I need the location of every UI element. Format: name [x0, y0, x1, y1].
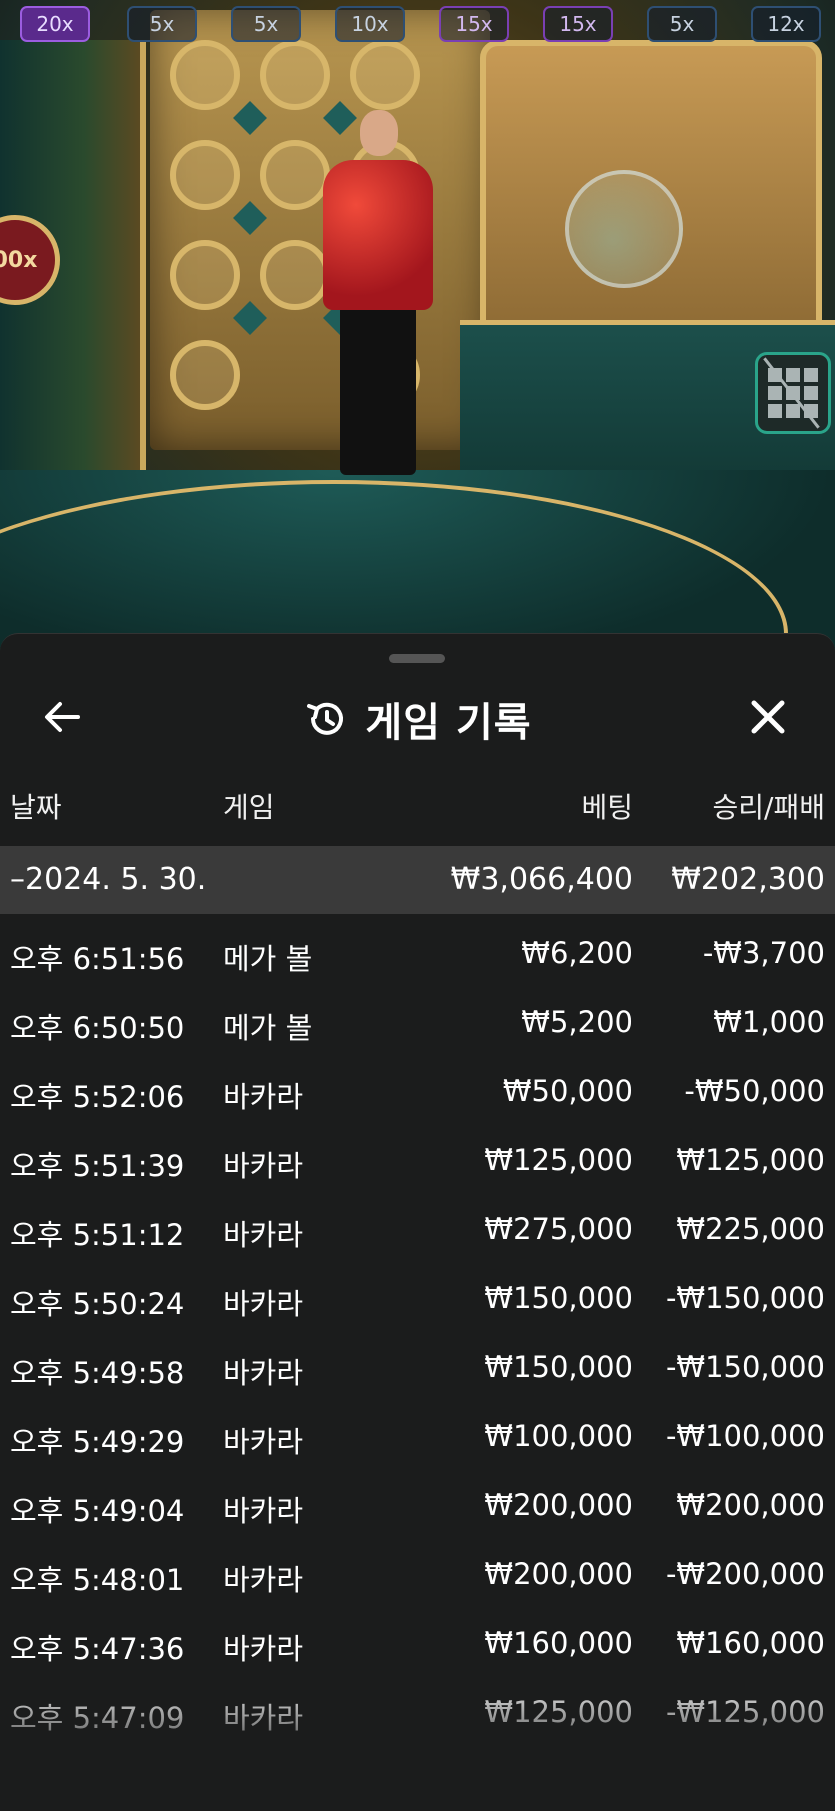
arrow-left-icon[interactable]	[42, 697, 82, 737]
row-bet: ₩50,000	[502, 1074, 633, 1108]
row-game: 바카라	[223, 1218, 304, 1252]
sheet-title-text: 게임 기록	[365, 700, 532, 746]
table-row[interactable]: 오후 6:51:56 메가 볼 ₩6,200 -₩3,700	[0, 916, 835, 985]
row-bet: ₩200,000	[484, 1557, 633, 1591]
row-winloss: -₩50,000	[684, 1074, 825, 1108]
row-time: 오후 5:51:12	[10, 1218, 185, 1252]
sheet-header: 게임 기록	[0, 679, 835, 759]
row-game: 바카라	[223, 1494, 304, 1528]
table-row[interactable]: 오후 5:48:01 바카라 ₩200,000 -₩200,000	[0, 1537, 835, 1606]
row-game: 메가 볼	[223, 942, 313, 976]
multiplier-strip: 20x 5x 5x 10x 15x 15x 5x 12x	[0, 6, 835, 46]
game-history-sheet: 게임 기록 날짜 게임 베팅 승리/패배 –2024. 5. 30. ₩3,06…	[0, 633, 835, 1811]
multiplier-chip: 5x	[127, 6, 197, 42]
row-time: 오후 5:49:58	[10, 1356, 185, 1390]
live-video-stream: 00x	[0, 0, 835, 660]
row-bet: ₩150,000	[484, 1281, 633, 1315]
row-bet: ₩125,000	[484, 1695, 633, 1729]
row-bet: ₩125,000	[484, 1143, 633, 1177]
column-header-date: 날짜	[10, 791, 62, 824]
row-winloss: ₩1,000	[713, 1005, 825, 1039]
column-header-winloss: 승리/패배	[712, 791, 825, 824]
row-time: 오후 6:50:50	[10, 1011, 185, 1045]
sheet-drag-handle[interactable]	[389, 654, 445, 663]
table-row[interactable]: 오후 5:51:39 바카라 ₩125,000 ₩125,000	[0, 1123, 835, 1192]
row-bet: ₩150,000	[484, 1350, 633, 1384]
row-game: 바카라	[223, 1563, 304, 1597]
row-time: 오후 5:47:09	[10, 1701, 185, 1735]
multiplier-chip: 10x	[335, 6, 405, 42]
row-time: 오후 5:49:04	[10, 1494, 185, 1528]
multiplier-chip: 20x	[20, 6, 90, 42]
multiplier-chip: 5x	[231, 6, 301, 42]
table-row[interactable]: 오후 5:51:12 바카라 ₩275,000 ₩225,000	[0, 1192, 835, 1261]
row-game: 바카라	[223, 1356, 304, 1390]
column-header-game: 게임	[223, 791, 275, 824]
row-winloss: -₩150,000	[665, 1350, 825, 1384]
table-row[interactable]: 오후 5:47:36 바카라 ₩160,000 ₩160,000	[0, 1606, 835, 1675]
table-row[interactable]: 오후 6:50:50 메가 볼 ₩5,200 ₩1,000	[0, 985, 835, 1054]
history-table-header: 날짜 게임 베팅 승리/패배	[0, 786, 835, 830]
row-bet: ₩160,000	[484, 1626, 633, 1660]
close-icon[interactable]	[746, 695, 790, 739]
row-time: 오후 5:50:24	[10, 1287, 185, 1321]
row-time: 오후 5:48:01	[10, 1563, 185, 1597]
multiplier-badge: 00x	[0, 215, 60, 305]
row-bet: ₩200,000	[484, 1488, 633, 1522]
multiplier-chip: 12x	[751, 6, 821, 42]
history-rows: 오후 6:51:56 메가 볼 ₩6,200 -₩3,700 오후 6:50:50 메가…	[0, 916, 835, 1744]
row-game: 바카라	[223, 1425, 304, 1459]
row-game: 바카라	[223, 1701, 304, 1735]
row-bet: ₩100,000	[484, 1419, 633, 1453]
row-game: 바카라	[223, 1149, 304, 1183]
table-row[interactable]: 오후 5:47:09 바카라 ₩125,000 -₩125,000	[0, 1675, 835, 1744]
row-game: 바카라	[223, 1632, 304, 1666]
row-time: 오후 5:47:36	[10, 1632, 185, 1666]
row-winloss: -₩100,000	[665, 1419, 825, 1453]
row-bet: ₩5,200	[521, 1005, 633, 1039]
row-winloss: ₩125,000	[676, 1143, 825, 1177]
studio-left-wall: 00x	[0, 40, 146, 510]
table-row[interactable]: 오후 5:52:06 바카라 ₩50,000 -₩50,000	[0, 1054, 835, 1123]
row-winloss: -₩125,000	[665, 1695, 825, 1729]
column-header-bet: 베팅	[581, 791, 633, 824]
row-winloss: ₩160,000	[676, 1626, 825, 1660]
date-group-bet-total: ₩3,066,400	[450, 862, 633, 897]
history-clock-icon	[307, 702, 344, 735]
date-group-label: –2024. 5. 30.	[10, 862, 207, 897]
date-group-winloss-total: ₩202,300	[671, 862, 825, 897]
multiplier-badge-text: 00x	[0, 247, 38, 273]
row-time: 오후 5:49:29	[10, 1425, 185, 1459]
table-row[interactable]: 오후 5:49:58 바카라 ₩150,000 -₩150,000	[0, 1330, 835, 1399]
row-winloss: ₩225,000	[676, 1212, 825, 1246]
date-group-row[interactable]: –2024. 5. 30. ₩3,066,400 ₩202,300	[0, 846, 835, 914]
table-row[interactable]: 오후 5:49:29 바카라 ₩100,000 -₩100,000	[0, 1399, 835, 1468]
row-winloss: -₩3,700	[702, 936, 825, 970]
row-game: 바카라	[223, 1287, 304, 1321]
studio-floor	[0, 470, 835, 660]
row-winloss: -₩150,000	[665, 1281, 825, 1315]
multiplier-chip: 15x	[543, 6, 613, 42]
row-winloss: ₩200,000	[676, 1488, 825, 1522]
row-game: 메가 볼	[223, 1011, 313, 1045]
row-bet: ₩6,200	[521, 936, 633, 970]
table-row[interactable]: 오후 5:49:04 바카라 ₩200,000 ₩200,000	[0, 1468, 835, 1537]
multiplier-chip: 5x	[647, 6, 717, 42]
row-time: 오후 5:51:39	[10, 1149, 185, 1183]
grid-toggle-button[interactable]	[755, 352, 831, 434]
row-winloss: -₩200,000	[665, 1557, 825, 1591]
ball-machine	[565, 170, 683, 288]
game-host	[318, 110, 438, 480]
row-bet: ₩275,000	[484, 1212, 633, 1246]
row-game: 바카라	[223, 1080, 304, 1114]
sheet-title: 게임 기록	[0, 679, 835, 759]
multiplier-chip: 15x	[439, 6, 509, 42]
row-time: 오후 6:51:56	[10, 942, 185, 976]
table-row[interactable]: 오후 5:50:24 바카라 ₩150,000 -₩150,000	[0, 1261, 835, 1330]
row-time: 오후 5:52:06	[10, 1080, 185, 1114]
